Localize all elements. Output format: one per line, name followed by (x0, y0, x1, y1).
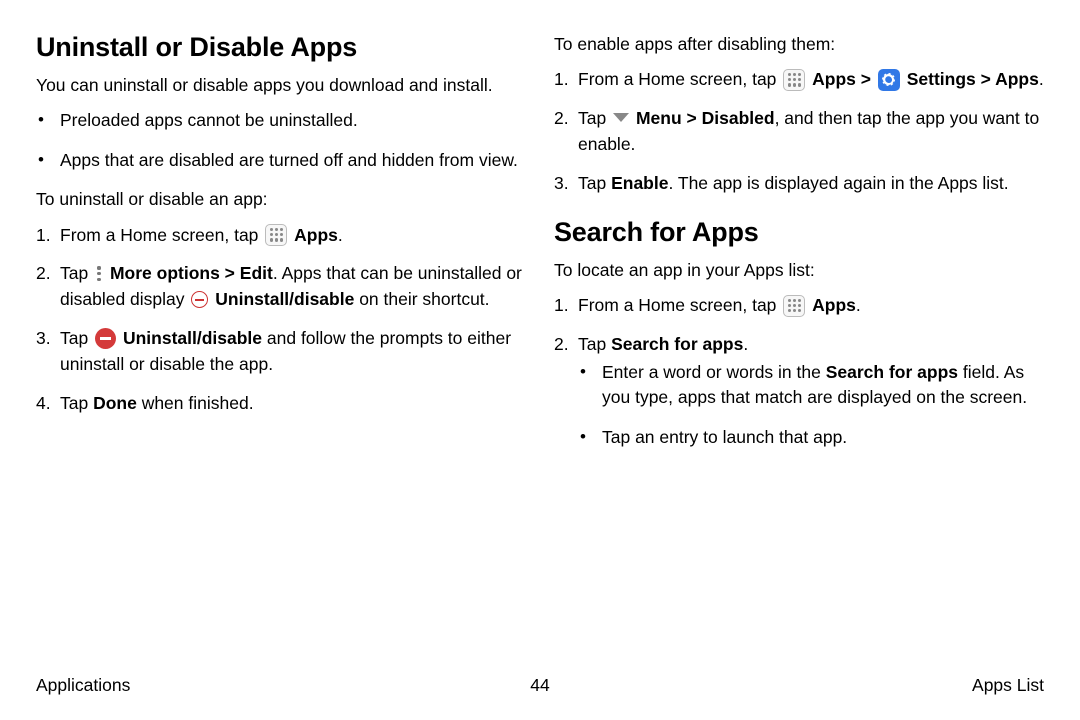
step-text: From a Home screen, tap (578, 295, 781, 315)
note-preloaded: Preloaded apps cannot be uninstalled. (60, 108, 526, 133)
period: . (338, 225, 343, 245)
left-column: Uninstall or Disable Apps You can uninst… (36, 32, 526, 464)
uninstall-disable-small-icon (191, 291, 208, 308)
enable-step-3: Tap Enable. The app is displayed again i… (578, 171, 1044, 197)
intro-paragraph: You can uninstall or disable apps you do… (36, 73, 526, 98)
step-text: Tap (578, 173, 611, 193)
step-text: Tap (578, 108, 611, 128)
step-text: on their shortcut. (354, 289, 489, 309)
step-text: From a Home screen, tap (578, 69, 781, 89)
two-column-layout: Uninstall or Disable Apps You can uninst… (36, 32, 1044, 464)
period: . (743, 334, 748, 354)
settings-label: Settings (907, 69, 976, 89)
enable-intro: To enable apps after disabling them: (554, 32, 1044, 57)
more-options-label: More options (110, 263, 220, 283)
period: . (856, 295, 861, 315)
step-text: . The app is displayed again in the Apps… (668, 173, 1008, 193)
uninstall-disable-label: Uninstall/disable (215, 289, 354, 309)
heading-uninstall-disable: Uninstall or Disable Apps (36, 32, 526, 63)
manual-page: Uninstall or Disable Apps You can uninst… (0, 0, 1080, 720)
right-column: To enable apps after disabling them: Fro… (554, 32, 1044, 464)
step-text: Tap (578, 334, 611, 354)
footer-right: Apps List (972, 675, 1044, 696)
substep-tap-entry: Tap an entry to launch that app. (602, 425, 1044, 450)
search-apps-label: Search for apps (826, 362, 958, 382)
menu-dropdown-icon (613, 113, 629, 122)
substep-text: Enter a word or words in the (602, 362, 826, 382)
enable-label: Enable (611, 173, 668, 193)
enable-step-2: Tap Menu > Disabled, and then tap the ap… (578, 106, 1044, 158)
step-4: Tap Done when finished. (60, 391, 526, 417)
chevron: > (682, 108, 702, 128)
step-text: Tap (60, 328, 93, 348)
uninstall-steps: From a Home screen, tap Apps. Tap More o… (36, 223, 526, 417)
enable-steps: From a Home screen, tap Apps > Settings … (554, 67, 1044, 197)
search-steps: From a Home screen, tap Apps. Tap Search… (554, 293, 1044, 450)
apps-icon (783, 69, 805, 91)
step-text: Tap (60, 263, 93, 283)
period: . (1039, 69, 1044, 89)
step-1: From a Home screen, tap Apps. (60, 223, 526, 249)
done-label: Done (93, 393, 137, 413)
notes-list: Preloaded apps cannot be uninstalled. Ap… (36, 108, 526, 173)
apps-label-bold: Apps (995, 69, 1039, 89)
chevron: > (856, 69, 876, 89)
apps-label: Apps (812, 295, 856, 315)
heading-search-apps: Search for Apps (554, 217, 1044, 248)
search-apps-label: Search for apps (611, 334, 743, 354)
menu-label: Menu (636, 108, 682, 128)
edit-label: Edit (240, 263, 273, 283)
step-text: Tap (60, 393, 93, 413)
apps-label: Apps (294, 225, 338, 245)
search-step-2: Tap Search for apps. Enter a word or wor… (578, 332, 1044, 450)
locate-intro: To locate an app in your Apps list: (554, 258, 1044, 283)
enable-step-1: From a Home screen, tap Apps > Settings … (578, 67, 1044, 93)
footer-left: Applications (36, 675, 130, 696)
step-2: Tap More options > Edit. Apps that can b… (60, 261, 526, 313)
chevron: > (220, 263, 240, 283)
chevron: > (976, 69, 995, 89)
page-footer: Applications 44 Apps List (36, 675, 1044, 696)
subhead-uninstall: To uninstall or disable an app: (36, 187, 526, 212)
apps-icon (265, 224, 287, 246)
disabled-label: Disabled (702, 108, 775, 128)
search-substeps: Enter a word or words in the Search for … (578, 360, 1044, 450)
apps-label: Apps (812, 69, 856, 89)
apps-icon (783, 295, 805, 317)
settings-icon (878, 69, 900, 91)
uninstall-disable-label: Uninstall/disable (123, 328, 262, 348)
note-disabled-hidden: Apps that are disabled are turned off an… (60, 148, 526, 173)
step-text: From a Home screen, tap (60, 225, 263, 245)
more-options-icon (95, 264, 103, 284)
uninstall-disable-large-icon (95, 328, 116, 349)
page-number: 44 (530, 675, 549, 696)
step-3: Tap Uninstall/disable and follow the pro… (60, 326, 526, 378)
search-step-1: From a Home screen, tap Apps. (578, 293, 1044, 319)
step-text: when finished. (137, 393, 254, 413)
substep-enter-words: Enter a word or words in the Search for … (602, 360, 1044, 411)
